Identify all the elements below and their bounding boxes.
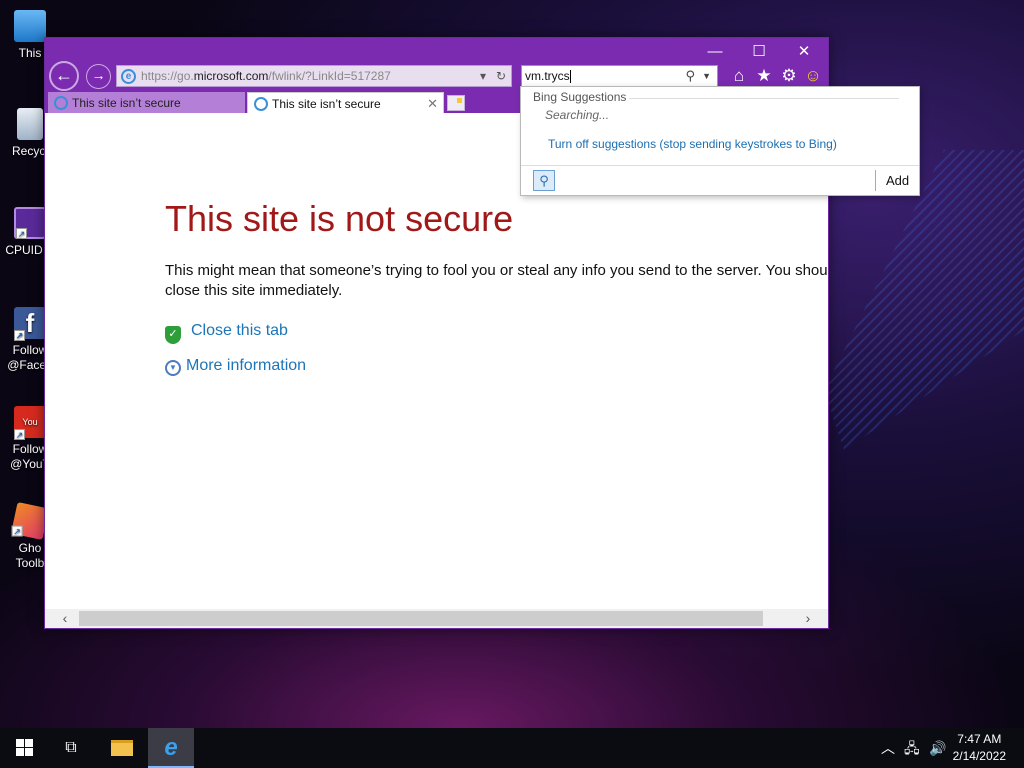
start-button[interactable]: [2, 728, 48, 768]
address-bar[interactable]: e https://go.microsoft.com/fwlink/?LinkI…: [116, 65, 512, 87]
clock-time: 7:47 AM: [957, 732, 1002, 746]
tab-active[interactable]: This site isn’t secure ✕: [247, 92, 444, 114]
cpuid-icon: ↗: [14, 207, 46, 239]
scroll-left-icon[interactable]: ‹: [55, 609, 75, 628]
shortcut-arrow-icon: ↗: [14, 330, 25, 341]
minimize-button[interactable]: —: [693, 42, 737, 64]
scrollbar-thumb[interactable]: [79, 611, 763, 626]
forward-button[interactable]: →: [86, 64, 111, 89]
ie-tab-icon: [54, 96, 68, 110]
computer-icon: [14, 10, 46, 42]
maximize-button[interactable]: ☐: [737, 42, 781, 64]
youtube-icon: You ↗: [14, 406, 46, 440]
volume-icon[interactable]: 🔊: [929, 728, 946, 768]
close-window-button[interactable]: ✕: [782, 42, 826, 64]
file-explorer-button[interactable]: [99, 728, 145, 768]
address-prefix: https://go.: [141, 69, 194, 83]
search-input[interactable]: vm.trycs ⚲ ▼: [521, 65, 718, 87]
more-info-label: More information: [186, 357, 307, 374]
show-hidden-icons-chevron[interactable]: ︿: [881, 728, 895, 768]
search-provider-icon[interactable]: ⚲: [533, 170, 555, 191]
suggestions-footer: ⚲ Add: [521, 165, 919, 195]
page-description: This might mean that someone’s trying to…: [165, 262, 828, 299]
search-dropdown-icon[interactable]: ▼: [702, 66, 711, 86]
feedback-smiley-icon[interactable]: ☺: [802, 65, 824, 87]
facebook-icon: f ↗: [14, 307, 46, 341]
shortcut-arrow-icon: ↗: [11, 525, 23, 537]
ie-taskbar-button[interactable]: e: [148, 728, 194, 768]
task-view-button[interactable]: ⧉: [48, 728, 94, 768]
settings-gear-icon[interactable]: ⚙: [778, 65, 800, 87]
search-suggestions-popup: Bing Suggestions Searching... Turn off s…: [520, 86, 920, 196]
back-button[interactable]: ←: [49, 61, 79, 91]
address-path: /fwlink/?LinkId=517287: [268, 69, 391, 83]
more-information-link[interactable]: ▼ More information: [165, 357, 306, 376]
ie-page-icon: e: [121, 69, 136, 84]
search-value: vm.trycs: [525, 69, 570, 83]
text-cursor: [569, 70, 571, 84]
page-title: This site is not secure: [165, 198, 514, 239]
address-host: microsoft.com: [193, 69, 269, 83]
taskbar: ⧉ e ︿ 🖧 🔊 7:47 AM 2/14/2022: [0, 728, 1024, 768]
add-provider-button[interactable]: Add: [886, 173, 909, 188]
suggestions-status: Searching...: [545, 108, 610, 122]
new-tab-button[interactable]: [447, 95, 465, 111]
clock-date: 2/14/2022: [952, 749, 1006, 763]
horizontal-scrollbar[interactable]: ‹ ›: [45, 609, 828, 628]
address-dropdown-icon[interactable]: ▾: [475, 66, 491, 86]
close-tab-label: Close this tab: [191, 322, 288, 339]
close-this-tab-link[interactable]: ✓ Close this tab: [165, 322, 288, 344]
folder-icon: [111, 739, 133, 756]
turn-off-suggestions-link[interactable]: Turn off suggestions (stop sending keyst…: [548, 137, 837, 151]
close-tab-icon[interactable]: ✕: [427, 93, 438, 115]
suggestions-heading: Bing Suggestions: [533, 90, 901, 104]
divider: [875, 170, 876, 191]
windows-logo-icon: [16, 738, 34, 757]
network-icon[interactable]: 🖧: [904, 728, 920, 768]
ie-icon: e: [164, 734, 178, 761]
tab-inactive[interactable]: This site isn’t secure: [48, 92, 245, 114]
chevron-down-icon: ▼: [165, 360, 181, 376]
shield-check-icon: ✓: [165, 326, 181, 344]
ie-tab-icon: [254, 97, 268, 111]
recycle-bin-icon: [17, 108, 43, 140]
home-icon[interactable]: ⌂: [728, 65, 750, 87]
search-icon[interactable]: ⚲: [685, 66, 695, 86]
favorites-star-icon[interactable]: ★: [753, 65, 775, 87]
scroll-right-icon[interactable]: ›: [798, 609, 818, 628]
tab-title: This site isn’t secure: [72, 96, 181, 110]
clock[interactable]: 7:47 AM 2/14/2022: [953, 731, 1006, 765]
refresh-icon[interactable]: ↻: [493, 66, 509, 86]
tab-title: This site isn’t secure: [272, 97, 381, 111]
shortcut-arrow-icon: ↗: [16, 228, 27, 239]
shortcut-arrow-icon: ↗: [14, 429, 25, 440]
